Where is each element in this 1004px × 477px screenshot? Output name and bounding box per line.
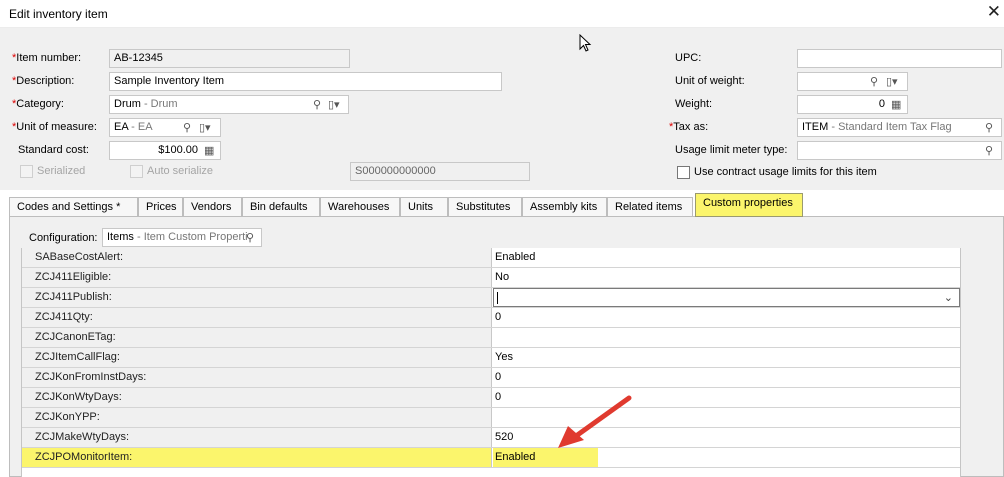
property-value[interactable]: 0 <box>493 308 960 327</box>
property-name: SABaseCostAlert: <box>22 248 492 267</box>
property-name: ZCJ411Eligible: <box>22 268 492 287</box>
custom-properties-grid: SABaseCostAlert: Enabled ZCJ411Eligible:… <box>21 248 961 477</box>
property-name: ZCJItemCallFlag: <box>22 348 492 367</box>
search-icon[interactable]: ⚲ <box>870 75 878 88</box>
weight-label: Weight: <box>675 98 713 110</box>
tax-as-label: *Tax as: <box>669 121 709 133</box>
text-caret <box>497 292 498 304</box>
tax-as-field[interactable]: ITEM - Standard Item Tax Flag ⚲ <box>797 118 1002 137</box>
property-value[interactable]: Yes <box>493 348 960 367</box>
property-name: ZCJPOMonitorItem: <box>22 448 492 467</box>
use-contract-usage-limits-checkbox[interactable] <box>677 166 690 179</box>
use-contract-usage-limits-label: Use contract usage limits for this item <box>694 166 877 178</box>
serial-mask-field[interactable]: S000000000000 <box>350 162 530 181</box>
table-row[interactable]: ZCJKonFromInstDays: 0 <box>22 368 960 388</box>
configuration-label: Configuration: <box>29 232 98 244</box>
property-name: ZCJ411Publish: <box>22 288 492 307</box>
tab-assembly-kits[interactable]: Assembly kits <box>522 197 607 217</box>
property-value[interactable]: No <box>493 268 960 287</box>
unit-of-measure-field[interactable]: EA - EA ⚲ ▯▾ <box>109 118 221 137</box>
lookup-dropdown-icon[interactable]: ▯▾ <box>886 75 898 88</box>
tab-substitutes[interactable]: Substitutes <box>448 197 522 217</box>
tab-warehouses[interactable]: Warehouses <box>320 197 400 217</box>
unit-of-weight-label: Unit of weight: <box>675 75 745 87</box>
search-icon[interactable]: ⚲ <box>183 121 191 134</box>
property-name: ZCJKonWtyDays: <box>22 388 492 407</box>
tab-bin-defaults[interactable]: Bin defaults <box>242 197 320 217</box>
property-name: ZCJKonFromInstDays: <box>22 368 492 387</box>
tab-units[interactable]: Units <box>400 197 448 217</box>
standard-cost-label: Standard cost: <box>18 144 89 156</box>
lookup-dropdown-icon[interactable]: ▯▾ <box>328 98 340 111</box>
window-title: Edit inventory item <box>9 7 108 21</box>
weight-field[interactable]: 0 ▦ <box>797 95 908 114</box>
chevron-down-icon[interactable]: ⌄ <box>944 291 953 304</box>
search-icon[interactable]: ⚲ <box>985 144 993 157</box>
table-row[interactable]: ZCJKonYPP: <box>22 408 960 428</box>
search-icon[interactable]: ⚲ <box>985 121 993 134</box>
property-value-dropdown[interactable]: ⌄ <box>493 288 960 307</box>
table-row[interactable]: ZCJKonWtyDays: 0 <box>22 388 960 408</box>
serialized-label: Serialized <box>37 165 86 177</box>
property-value[interactable] <box>493 328 960 347</box>
tab-codes-and-settings[interactable]: Codes and Settings * <box>9 197 138 217</box>
table-row[interactable]: ZCJItemCallFlag: Yes <box>22 348 960 368</box>
table-row[interactable]: ZCJCanonETag: <box>22 328 960 348</box>
property-name: ZCJ411Qty: <box>22 308 492 327</box>
upc-field[interactable] <box>797 49 1002 68</box>
search-icon[interactable]: ⚲ <box>246 231 254 244</box>
usage-limit-meter-type-field[interactable]: ⚲ <box>797 141 1002 160</box>
property-name: ZCJCanonETag: <box>22 328 492 347</box>
tab-related-items[interactable]: Related items <box>607 197 693 217</box>
description-label: *Description: <box>12 75 75 87</box>
category-field[interactable]: Drum - Drum ⚲ ▯▾ <box>109 95 349 114</box>
table-row[interactable]: ZCJ411Publish: ⌄ <box>22 288 960 308</box>
table-row-highlighted[interactable]: ZCJPOMonitorItem: Enabled <box>22 448 960 468</box>
property-name: ZCJKonYPP: <box>22 408 492 427</box>
unit-of-measure-label: *Unit of measure: <box>12 121 97 133</box>
property-value[interactable]: Enabled <box>493 248 960 267</box>
table-row[interactable]: ZCJ411Eligible: No <box>22 268 960 288</box>
auto-serialize-checkbox[interactable] <box>130 165 143 178</box>
standard-cost-field[interactable]: $100.00 ▦ <box>109 141 221 160</box>
lookup-dropdown-icon[interactable]: ▯▾ <box>199 121 211 134</box>
table-row[interactable]: ZCJ411Qty: 0 <box>22 308 960 328</box>
title-bar: Edit inventory item ✕ <box>0 0 1004 28</box>
table-row[interactable]: SABaseCostAlert: Enabled <box>22 248 960 268</box>
configuration-field[interactable]: Items - Item Custom Properti ⚲ <box>102 228 262 247</box>
item-number-field[interactable]: AB-12345 <box>109 49 350 68</box>
serialized-checkbox[interactable] <box>20 165 33 178</box>
search-icon[interactable]: ⚲ <box>313 98 321 111</box>
usage-limit-meter-type-label: Usage limit meter type: <box>675 144 788 156</box>
description-field[interactable]: Sample Inventory Item <box>109 72 502 91</box>
calculator-icon[interactable]: ▦ <box>204 144 214 157</box>
auto-serialize-label: Auto serialize <box>147 165 214 177</box>
close-icon[interactable]: ✕ <box>987 2 1001 22</box>
tab-prices[interactable]: Prices <box>138 197 183 217</box>
item-number-label: *Item number: <box>12 52 82 64</box>
upc-label: UPC: <box>675 52 702 64</box>
tab-custom-properties[interactable]: Custom properties <box>695 193 803 217</box>
annotation-arrow-icon <box>558 395 632 448</box>
tab-vendors[interactable]: Vendors <box>183 197 242 217</box>
category-label: *Category: <box>12 98 64 110</box>
unit-of-weight-field[interactable]: ⚲ ▯▾ <box>797 72 908 91</box>
mouse-cursor-icon <box>579 34 592 52</box>
table-row[interactable]: ZCJMakeWtyDays: 520 <box>22 428 960 448</box>
property-value[interactable]: 0 <box>493 368 960 387</box>
calculator-icon[interactable]: ▦ <box>891 98 901 111</box>
property-name: ZCJMakeWtyDays: <box>22 428 492 447</box>
